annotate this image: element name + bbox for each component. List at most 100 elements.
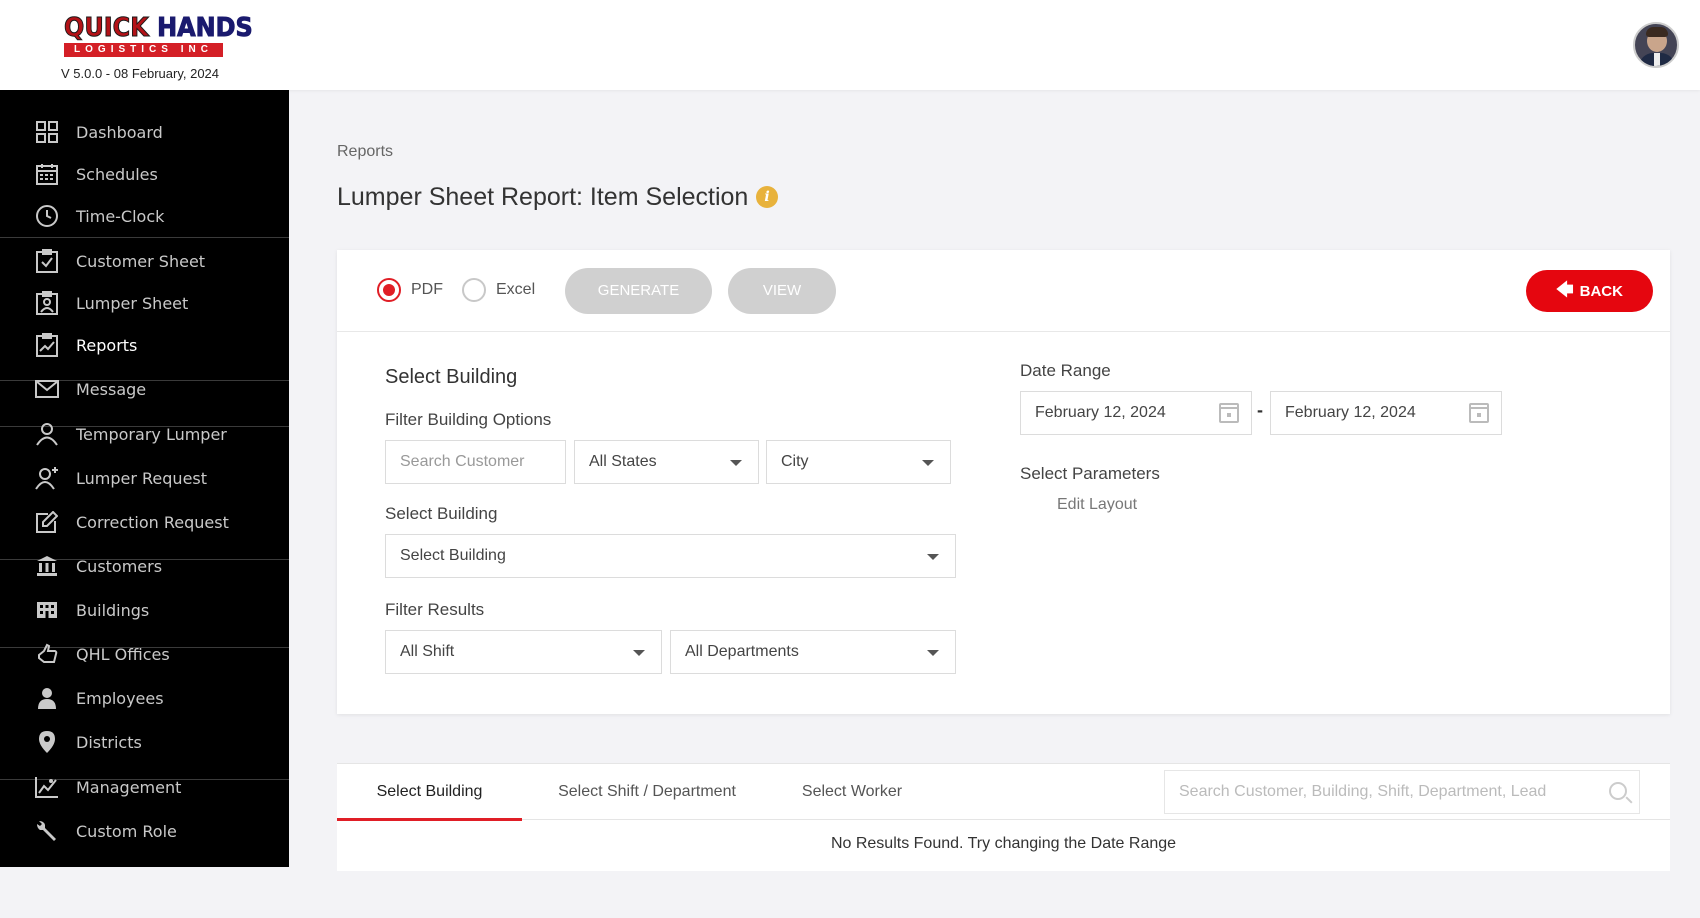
- date-range-separator: -: [1257, 400, 1263, 420]
- generate-button[interactable]: GENERATE: [565, 268, 712, 314]
- search-icon[interactable]: [1609, 782, 1627, 800]
- sidebar-item-label: Customers: [76, 556, 163, 576]
- tab-select-shift-department[interactable]: Select Shift / Department: [532, 764, 762, 821]
- shift-select-value: All Shift: [400, 643, 455, 660]
- sidebar: Dashboard Schedules Time-Clock Customer …: [0, 90, 289, 867]
- sidebar-item-lumper-sheet[interactable]: Lumper Sheet: [0, 281, 289, 325]
- results-panel: Select Building Select Shift / Departmen…: [337, 763, 1670, 871]
- bank-icon: [35, 554, 59, 578]
- shift-select[interactable]: All Shift: [385, 630, 662, 674]
- sidebar-item-reports[interactable]: Reports: [0, 323, 289, 367]
- sidebar-divider: [0, 237, 289, 238]
- pdf-radio[interactable]: PDF: [377, 278, 443, 302]
- search-customer-input[interactable]: Search Customer: [385, 440, 566, 484]
- departments-select-value: All Departments: [685, 643, 799, 660]
- page-title: Lumper Sheet Report: Item Selection: [337, 183, 749, 211]
- sidebar-item-dashboard[interactable]: Dashboard: [0, 110, 289, 154]
- avatar-hair: [1646, 27, 1668, 37]
- departments-select[interactable]: All Departments: [670, 630, 956, 674]
- hand-icon: [35, 642, 59, 666]
- edit-layout-link[interactable]: Edit Layout: [1057, 496, 1137, 514]
- sidebar-item-label: Buildings: [76, 600, 150, 620]
- buildings-icon: [35, 598, 59, 622]
- city-select-value: City: [781, 453, 809, 470]
- sidebar-item-label: Lumper Request: [76, 468, 208, 488]
- sidebar-item-schedules[interactable]: Schedules: [0, 152, 289, 196]
- sidebar-item-qhl-offices[interactable]: QHL Offices: [0, 632, 289, 676]
- arrow-left-icon: 🡄: [1556, 279, 1574, 299]
- sidebar-item-temporary-lumper[interactable]: Temporary Lumper: [0, 412, 289, 456]
- pdf-radio-circle: [377, 278, 401, 302]
- dashboard-icon: [35, 120, 59, 144]
- avatar-shirt: [1654, 53, 1660, 66]
- filter-building-options-label: Filter Building Options: [385, 410, 552, 429]
- logo-wordmark: QUICK HANDS: [64, 13, 254, 43]
- results-search-input[interactable]: Search Customer, Building, Shift, Depart…: [1164, 770, 1640, 814]
- report-options-card: PDF Excel GENERATE VIEW 🡄 BACK Select Bu…: [337, 250, 1670, 714]
- excel-radio-circle: [462, 278, 486, 302]
- sidebar-item-message[interactable]: Message: [0, 367, 289, 411]
- logo-word-quick: QUICK: [64, 13, 150, 43]
- sidebar-item-label: Custom Role: [76, 821, 177, 841]
- back-button-label: BACK: [1579, 282, 1623, 300]
- sidebar-item-label: Dashboard: [76, 122, 163, 142]
- excel-radio[interactable]: Excel: [462, 278, 535, 302]
- sidebar-item-management[interactable]: Management: [0, 765, 289, 809]
- pdf-radio-label: PDF: [411, 281, 443, 298]
- sidebar-item-buildings[interactable]: Buildings: [0, 588, 289, 632]
- sidebar-item-time-clock[interactable]: Time-Clock: [0, 194, 289, 238]
- date-to-value: February 12, 2024: [1285, 404, 1416, 421]
- building-select[interactable]: Select Building: [385, 534, 956, 578]
- date-to-input[interactable]: February 12, 2024: [1270, 391, 1502, 435]
- sidebar-item-label: Correction Request: [76, 512, 229, 532]
- wrench-icon: [35, 819, 59, 843]
- sidebar-item-label: Districts: [76, 732, 142, 752]
- sidebar-item-correction-request[interactable]: Correction Request: [0, 500, 289, 544]
- sidebar-item-label: Management: [76, 777, 182, 797]
- sidebar-item-customers[interactable]: Customers: [0, 544, 289, 588]
- top-header: QUICK HANDS LOGISTICS INC V 5.0.0 - 08 F…: [0, 0, 1700, 90]
- sidebar-item-employees[interactable]: Employees: [0, 676, 289, 720]
- view-button[interactable]: VIEW: [728, 268, 836, 314]
- chevron-down-icon: [633, 650, 645, 656]
- calendar-icon[interactable]: [1469, 403, 1489, 423]
- sidebar-item-customer-sheet[interactable]: Customer Sheet: [0, 239, 289, 283]
- chevron-down-icon: [927, 554, 939, 560]
- calendar-icon[interactable]: [1219, 403, 1239, 423]
- user-avatar[interactable]: [1633, 22, 1679, 68]
- sidebar-item-label: Message: [76, 379, 147, 399]
- states-select[interactable]: All States: [574, 440, 759, 484]
- excel-radio-label: Excel: [496, 281, 536, 298]
- company-logo[interactable]: QUICK HANDS LOGISTICS INC: [64, 13, 254, 57]
- sidebar-item-label: Temporary Lumper: [76, 424, 227, 444]
- no-results-message: No Results Found. Try changing the Date …: [830, 835, 1177, 852]
- tab-select-worker[interactable]: Select Worker: [777, 764, 927, 821]
- city-select[interactable]: City: [766, 440, 951, 484]
- building-select-value: Select Building: [400, 547, 506, 564]
- sidebar-item-custom-role[interactable]: Custom Role: [0, 809, 289, 853]
- chevron-down-icon: [922, 460, 934, 466]
- select-building-heading: Select Building: [385, 366, 518, 388]
- chevron-down-icon: [927, 650, 939, 656]
- envelope-icon: [35, 377, 59, 401]
- sidebar-item-lumper-request[interactable]: Lumper Request: [0, 456, 289, 500]
- sidebar-item-districts[interactable]: Districts: [0, 720, 289, 764]
- breadcrumb[interactable]: Reports: [337, 143, 393, 161]
- edit-icon: [35, 510, 59, 534]
- sidebar-item-label: Reports: [76, 335, 138, 355]
- sidebar-item-label: Lumper Sheet: [76, 293, 189, 313]
- tab-select-building[interactable]: Select Building: [337, 764, 522, 821]
- version-label: V 5.0.0 - 08 February, 2024: [61, 66, 220, 81]
- back-button[interactable]: 🡄 BACK: [1526, 270, 1653, 312]
- results-search-placeholder: Search Customer, Building, Shift, Depart…: [1179, 783, 1547, 800]
- tabs-bar: Select Building Select Shift / Departmen…: [337, 763, 1670, 821]
- date-range-label: Date Range: [1020, 361, 1111, 380]
- info-icon[interactable]: i: [756, 186, 778, 208]
- select-building-label: Select Building: [385, 504, 498, 523]
- sidebar-item-label: Customer Sheet: [76, 251, 206, 271]
- clock-icon: [35, 204, 59, 228]
- clipboard-check-icon: [35, 249, 59, 273]
- user-outline-icon: [35, 422, 59, 446]
- user-plus-icon: [35, 466, 59, 490]
- date-from-input[interactable]: February 12, 2024: [1020, 391, 1252, 435]
